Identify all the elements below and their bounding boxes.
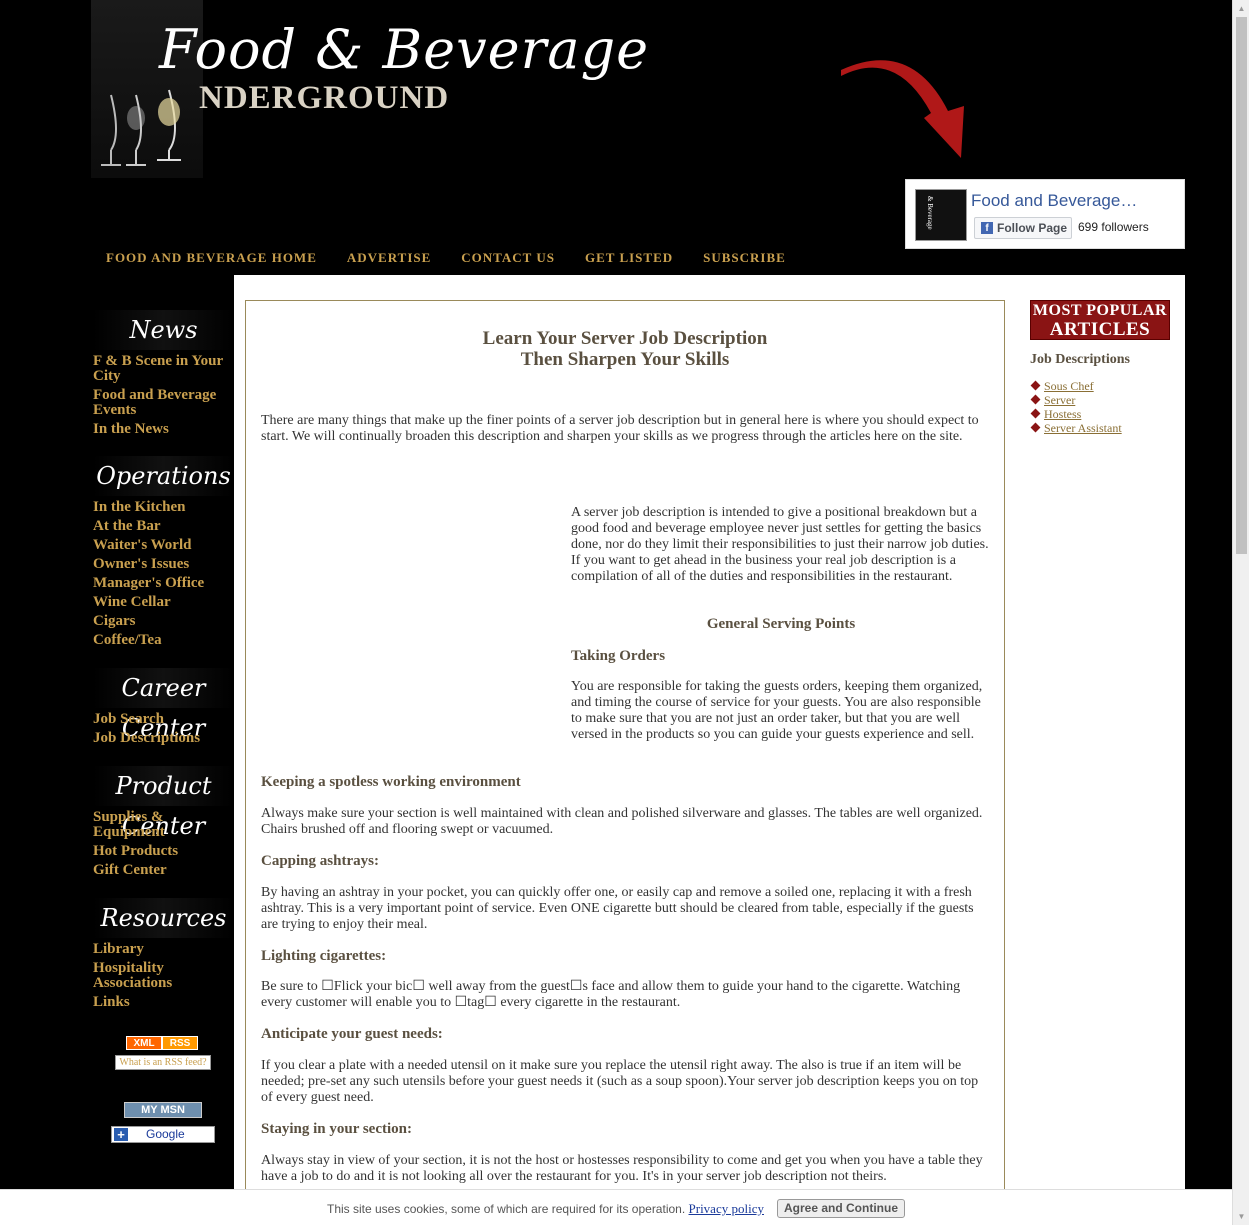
facebook-page-name[interactable]: Food and Beverage… <box>971 191 1137 211</box>
scroll-down-icon[interactable]: ▼ <box>1233 1208 1249 1225</box>
add-to-mymsn-button[interactable]: MY MSN <box>124 1102 202 1118</box>
most-popular-banner: MOST POPULAR ARTICLES <box>1030 300 1170 340</box>
staying-in-section-heading: Staying in your section: <box>261 1121 412 1137</box>
nav-home[interactable]: FOOD AND BEVERAGE HOME <box>106 250 317 266</box>
google-label: Google <box>146 1127 185 1141</box>
operations-section: Operations In the Kitchen At the Bar Wai… <box>91 456 234 648</box>
sidebar-item-library[interactable]: Library <box>93 942 234 957</box>
intro-paragraph: There are many things that make up the f… <box>261 413 979 444</box>
capping-ashtrays-paragraph: By having an ashtray in your pocket, you… <box>261 885 974 932</box>
sidebar-item-kitchen[interactable]: In the Kitchen <box>93 500 234 515</box>
main-content: Learn Your Server Job Description Then S… <box>234 275 1185 1225</box>
career-section: Career Center Job Search Job Description… <box>91 668 234 746</box>
facebook-followers-count: 699 followers <box>1078 220 1149 234</box>
list-item: Sous Chef <box>1030 379 1122 393</box>
resources-heading: Resources <box>93 898 234 938</box>
facebook-page-thumbnail[interactable]: & Beverage <box>915 189 967 241</box>
most-popular-line1: MOST POPULAR <box>1032 302 1168 319</box>
plus-icon: + <box>114 1128 128 1141</box>
popular-link-hostess[interactable]: Hostess <box>1044 407 1081 421</box>
rss-xml-label: XML <box>126 1036 162 1050</box>
sidebar-item-gift-center[interactable]: Gift Center <box>93 863 234 878</box>
article-title-line1: Learn Your Server Job Description <box>482 328 768 349</box>
site-logo[interactable]: Food & Beverage NDERGROUND <box>91 0 648 180</box>
left-sidebar: News F & B Scene in Your City Food and B… <box>91 275 234 1225</box>
staying-in-section-paragraph: Always stay in view of your section, it … <box>261 1153 983 1184</box>
list-item: Hostess <box>1030 407 1122 421</box>
sidebar-item-owners-issues[interactable]: Owner's Issues <box>93 557 234 572</box>
scroll-up-icon[interactable]: ▲ <box>1233 0 1249 17</box>
news-heading: News <box>93 310 234 350</box>
sidebar-item-events[interactable]: Food and Beverage Events <box>93 388 234 418</box>
article-title-line2: Then Sharpen Your Skills <box>520 349 730 370</box>
spotless-environment-paragraph: Always make sure your section is well ma… <box>261 806 983 837</box>
page-scrollbar[interactable]: ▲ ▼ <box>1232 0 1249 1225</box>
general-serving-points-heading: General Serving Points <box>706 616 856 632</box>
sidebar-item-associations[interactable]: Hospitality Associations <box>93 961 234 991</box>
sidebar-item-fb-scene[interactable]: F & B Scene in Your City <box>93 354 234 384</box>
agree-continue-button[interactable]: Agree and Continue <box>777 1199 905 1218</box>
sidebar-item-coffee-tea[interactable]: Coffee/Tea <box>93 633 234 648</box>
article-title: Learn Your Server Job Description Then S… <box>246 328 1004 370</box>
red-arrow-icon <box>841 60 964 158</box>
description-paragraph: A server job description is intended to … <box>571 505 989 584</box>
popular-articles-list: Sous Chef Server Hostess Server Assistan… <box>1030 379 1122 435</box>
cookie-message: This site uses cookies, some of which ar… <box>327 1202 686 1216</box>
facebook-follow-button[interactable]: f Follow Page <box>974 217 1072 239</box>
nav-contact-us[interactable]: CONTACT US <box>461 250 555 266</box>
sidebar-item-hot-products[interactable]: Hot Products <box>93 844 234 859</box>
rss-rss-label: RSS <box>162 1036 198 1050</box>
popular-link-server[interactable]: Server <box>1044 393 1075 407</box>
sidebar-item-links[interactable]: Links <box>93 995 234 1010</box>
cookie-consent-bar: This site uses cookies, some of which ar… <box>0 1189 1232 1225</box>
anticipate-needs-heading: Anticipate your guest needs: <box>261 1026 443 1042</box>
lighting-cigarettes-heading: Lighting cigarettes: <box>261 948 387 964</box>
sidebar-item-job-descriptions[interactable]: Job Descriptions <box>93 731 234 746</box>
lighting-cigarettes-paragraph: Be sure to ☐Flick your bic☐ well away fr… <box>261 979 961 1010</box>
product-section: Product Center Supplies & Equipment Hot … <box>91 766 234 878</box>
sidebar-item-bar[interactable]: At the Bar <box>93 519 234 534</box>
follow-label: Follow Page <box>997 221 1068 235</box>
nav-get-listed[interactable]: GET LISTED <box>585 250 673 266</box>
popular-link-sous-chef[interactable]: Sous Chef <box>1044 379 1094 393</box>
job-descriptions-subheading: Job Descriptions <box>1030 352 1130 367</box>
nav-subscribe[interactable]: SUBSCRIBE <box>703 250 786 266</box>
top-navigation: FOOD AND BEVERAGE HOME ADVERTISE CONTACT… <box>106 250 786 266</box>
sidebar-item-job-search[interactable]: Job Search <box>93 712 234 727</box>
spotless-environment-heading: Keeping a spotless working environment <box>261 774 521 790</box>
sidebar-item-wine-cellar[interactable]: Wine Cellar <box>93 595 234 610</box>
news-section: News F & B Scene in Your City Food and B… <box>91 310 234 437</box>
article-box: Learn Your Server Job Description Then S… <box>245 300 1005 1225</box>
rss-feed-button[interactable]: XML RSS <box>126 1036 198 1050</box>
list-item: Server Assistant <box>1030 421 1122 435</box>
what-is-rss-link[interactable]: What is an RSS feed? <box>115 1055 211 1070</box>
capping-ashtrays-heading: Capping ashtrays: <box>261 853 379 869</box>
privacy-policy-link[interactable]: Privacy policy <box>689 1201 764 1216</box>
sidebar-item-cigars[interactable]: Cigars <box>93 614 234 629</box>
list-item: Server <box>1030 393 1122 407</box>
popular-link-server-assistant[interactable]: Server Assistant <box>1044 421 1122 435</box>
taking-orders-heading: Taking Orders <box>571 648 666 664</box>
sidebar-item-managers-office[interactable]: Manager's Office <box>93 576 234 591</box>
resources-section: Resources Library Hospitality Associatio… <box>91 898 234 1010</box>
logo-script-text: Food & Beverage <box>159 18 650 81</box>
sidebar-item-in-the-news[interactable]: In the News <box>93 422 234 437</box>
facebook-icon: f <box>981 222 993 234</box>
career-heading: Career Center <box>93 668 234 742</box>
anticipate-needs-paragraph: If you clear a plate with a needed utens… <box>261 1058 979 1105</box>
most-popular-line2: ARTICLES <box>1049 319 1151 340</box>
cookie-message-wrap: This site uses cookies, some of which ar… <box>327 1201 764 1217</box>
operations-heading: Operations <box>93 456 234 496</box>
nav-advertise[interactable]: ADVERTISE <box>347 250 431 266</box>
site-header: Food & Beverage NDERGROUND & Beverage Fo… <box>91 0 1185 275</box>
sidebar-item-waiters-world[interactable]: Waiter's World <box>93 538 234 553</box>
scrollbar-thumb[interactable] <box>1236 17 1247 554</box>
facebook-page-widget[interactable]: & Beverage Food and Beverage… f Follow Pa… <box>905 179 1185 249</box>
logo-underground-text: NDERGROUND <box>199 80 450 116</box>
taking-orders-paragraph: You are responsible for taking the guest… <box>571 679 983 742</box>
product-heading: Product Center <box>93 766 234 840</box>
add-to-google-button[interactable]: + Google <box>111 1126 215 1143</box>
